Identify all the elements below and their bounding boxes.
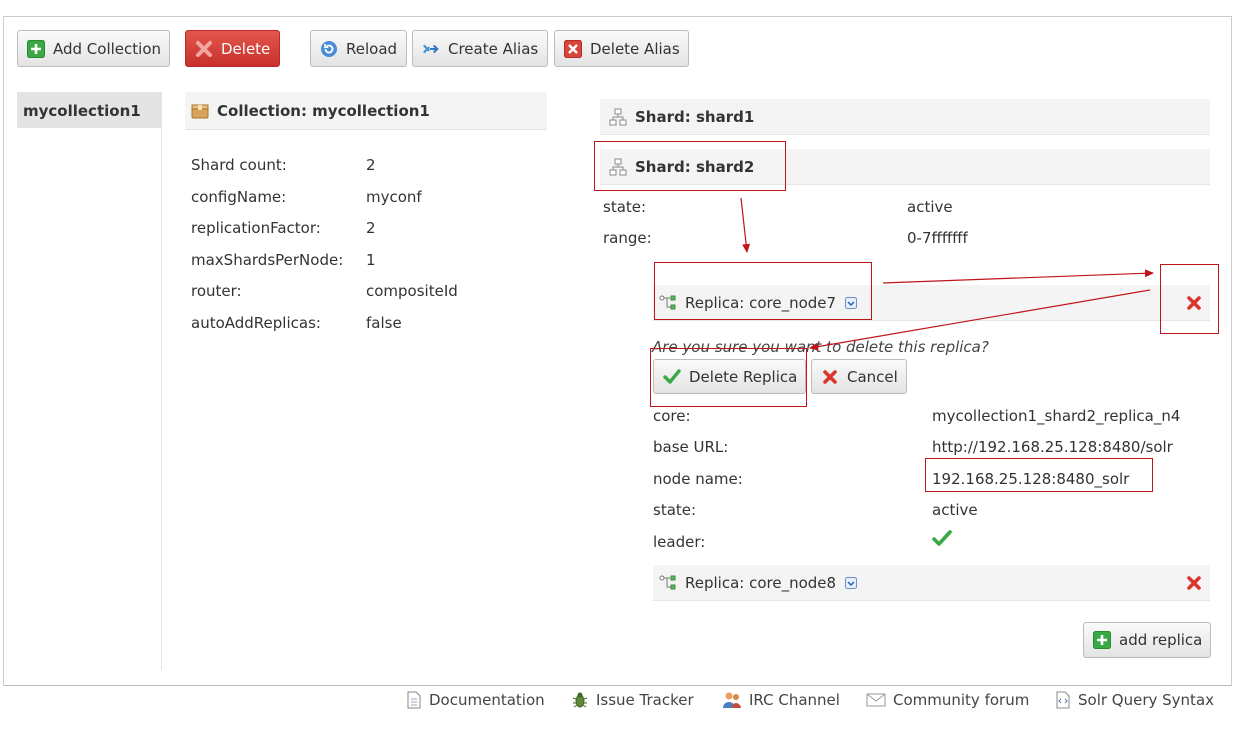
delete-x-icon xyxy=(195,40,213,58)
property-key: Shard count: xyxy=(191,156,287,174)
sidebar-item-mycollection1[interactable]: mycollection1 xyxy=(17,92,161,128)
documentation-label: Documentation xyxy=(429,691,545,709)
annotation-box-node-name xyxy=(925,458,1153,492)
cancel-x-icon xyxy=(821,368,839,386)
delete-alias-label: Delete Alias xyxy=(590,39,680,58)
replica-title: Replica: core_node8 xyxy=(685,573,837,592)
sidebar-item-label: mycollection1 xyxy=(23,102,141,120)
package-icon xyxy=(191,102,209,120)
replica-header-core-node8[interactable]: Replica: core_node8 xyxy=(653,565,1210,601)
query-syntax-link[interactable]: Solr Query Syntax xyxy=(1055,691,1214,709)
shard-property-value: 0-7fffffff xyxy=(907,229,968,247)
query-syntax-label: Solr Query Syntax xyxy=(1078,691,1215,709)
issue-tracker-link[interactable]: Issue Tracker xyxy=(571,691,694,709)
delete-label: Delete xyxy=(221,39,271,58)
leader-check-icon xyxy=(932,530,952,552)
reload-button[interactable]: Reload xyxy=(310,30,407,67)
collections-sidebar: mycollection1 xyxy=(17,92,162,670)
replica-property-key: core: xyxy=(653,407,691,425)
annotation-box-delete-icon xyxy=(1160,264,1219,334)
community-forum-label: Community forum xyxy=(893,691,1030,709)
reload-icon xyxy=(320,40,338,58)
create-alias-label: Create Alias xyxy=(448,39,539,58)
property-value: compositeId xyxy=(366,282,458,300)
sitemap-icon xyxy=(609,108,627,126)
footer: Documentation Issue Tracker IRC Channel … xyxy=(0,691,1234,715)
create-alias-icon xyxy=(422,40,440,58)
chevron-down-icon[interactable] xyxy=(845,576,858,589)
shard-property-key: state: xyxy=(603,198,647,216)
replica-property-value: mycollection1_shard2_replica_n4 xyxy=(932,407,1181,425)
collection-title: Collection: mycollection1 xyxy=(217,101,430,120)
shard-property-key: range: xyxy=(603,229,652,247)
add-collection-label: Add Collection xyxy=(53,39,162,58)
property-value: false xyxy=(366,314,402,332)
replica-property-key: base URL: xyxy=(653,438,729,456)
delete-alias-icon xyxy=(564,39,582,58)
property-key: configName: xyxy=(191,188,287,206)
plus-icon xyxy=(27,39,45,58)
irc-channel-link[interactable]: IRC Channel xyxy=(722,691,840,709)
community-forum-link[interactable]: Community forum xyxy=(866,691,1029,709)
documentation-link[interactable]: Documentation xyxy=(406,691,545,709)
cancel-label: Cancel xyxy=(847,367,898,386)
replica-property-key: state: xyxy=(653,501,697,519)
add-replica-button[interactable]: add replica xyxy=(1083,622,1211,658)
code-document-icon xyxy=(1055,691,1071,709)
bug-icon xyxy=(571,691,589,709)
property-key: replicationFactor: xyxy=(191,219,321,237)
property-key: autoAddReplicas: xyxy=(191,314,321,332)
delete-replica-icon[interactable] xyxy=(1186,575,1202,591)
annotation-box-delete-replica xyxy=(650,348,807,407)
reload-label: Reload xyxy=(346,39,398,58)
property-value: 2 xyxy=(366,219,376,237)
create-alias-button[interactable]: Create Alias xyxy=(412,30,548,67)
replica-property-value: http://192.168.25.128:8480/solr xyxy=(932,438,1173,456)
issue-tracker-label: Issue Tracker xyxy=(596,691,694,709)
replica-property-key: node name: xyxy=(653,470,743,488)
add-collection-button[interactable]: Add Collection xyxy=(17,30,170,67)
property-value: 1 xyxy=(366,251,376,269)
irc-channel-label: IRC Channel xyxy=(749,691,840,709)
annotation-box-replica xyxy=(654,262,872,320)
plus-icon xyxy=(1093,631,1111,649)
property-value: 2 xyxy=(366,156,376,174)
replica-property-key: leader: xyxy=(653,533,706,551)
shard-title: Shard: shard1 xyxy=(635,107,755,126)
property-key: maxShardsPerNode: xyxy=(191,251,344,269)
cancel-button[interactable]: Cancel xyxy=(811,359,907,394)
replica-property-value: active xyxy=(932,501,978,519)
users-icon xyxy=(722,691,742,709)
replica-node-icon xyxy=(659,575,679,591)
property-value: myconf xyxy=(366,188,422,206)
delete-collection-button[interactable]: Delete xyxy=(185,30,280,67)
shard-property-value: active xyxy=(907,198,953,216)
delete-alias-button[interactable]: Delete Alias xyxy=(554,30,689,67)
annotation-box-shard2 xyxy=(594,141,786,191)
add-replica-label: add replica xyxy=(1119,631,1203,649)
collection-header: Collection: mycollection1 xyxy=(185,92,547,130)
mail-icon xyxy=(866,692,886,708)
document-icon xyxy=(406,691,422,709)
property-key: router: xyxy=(191,282,242,300)
shard-header-shard1[interactable]: Shard: shard1 xyxy=(600,99,1210,135)
